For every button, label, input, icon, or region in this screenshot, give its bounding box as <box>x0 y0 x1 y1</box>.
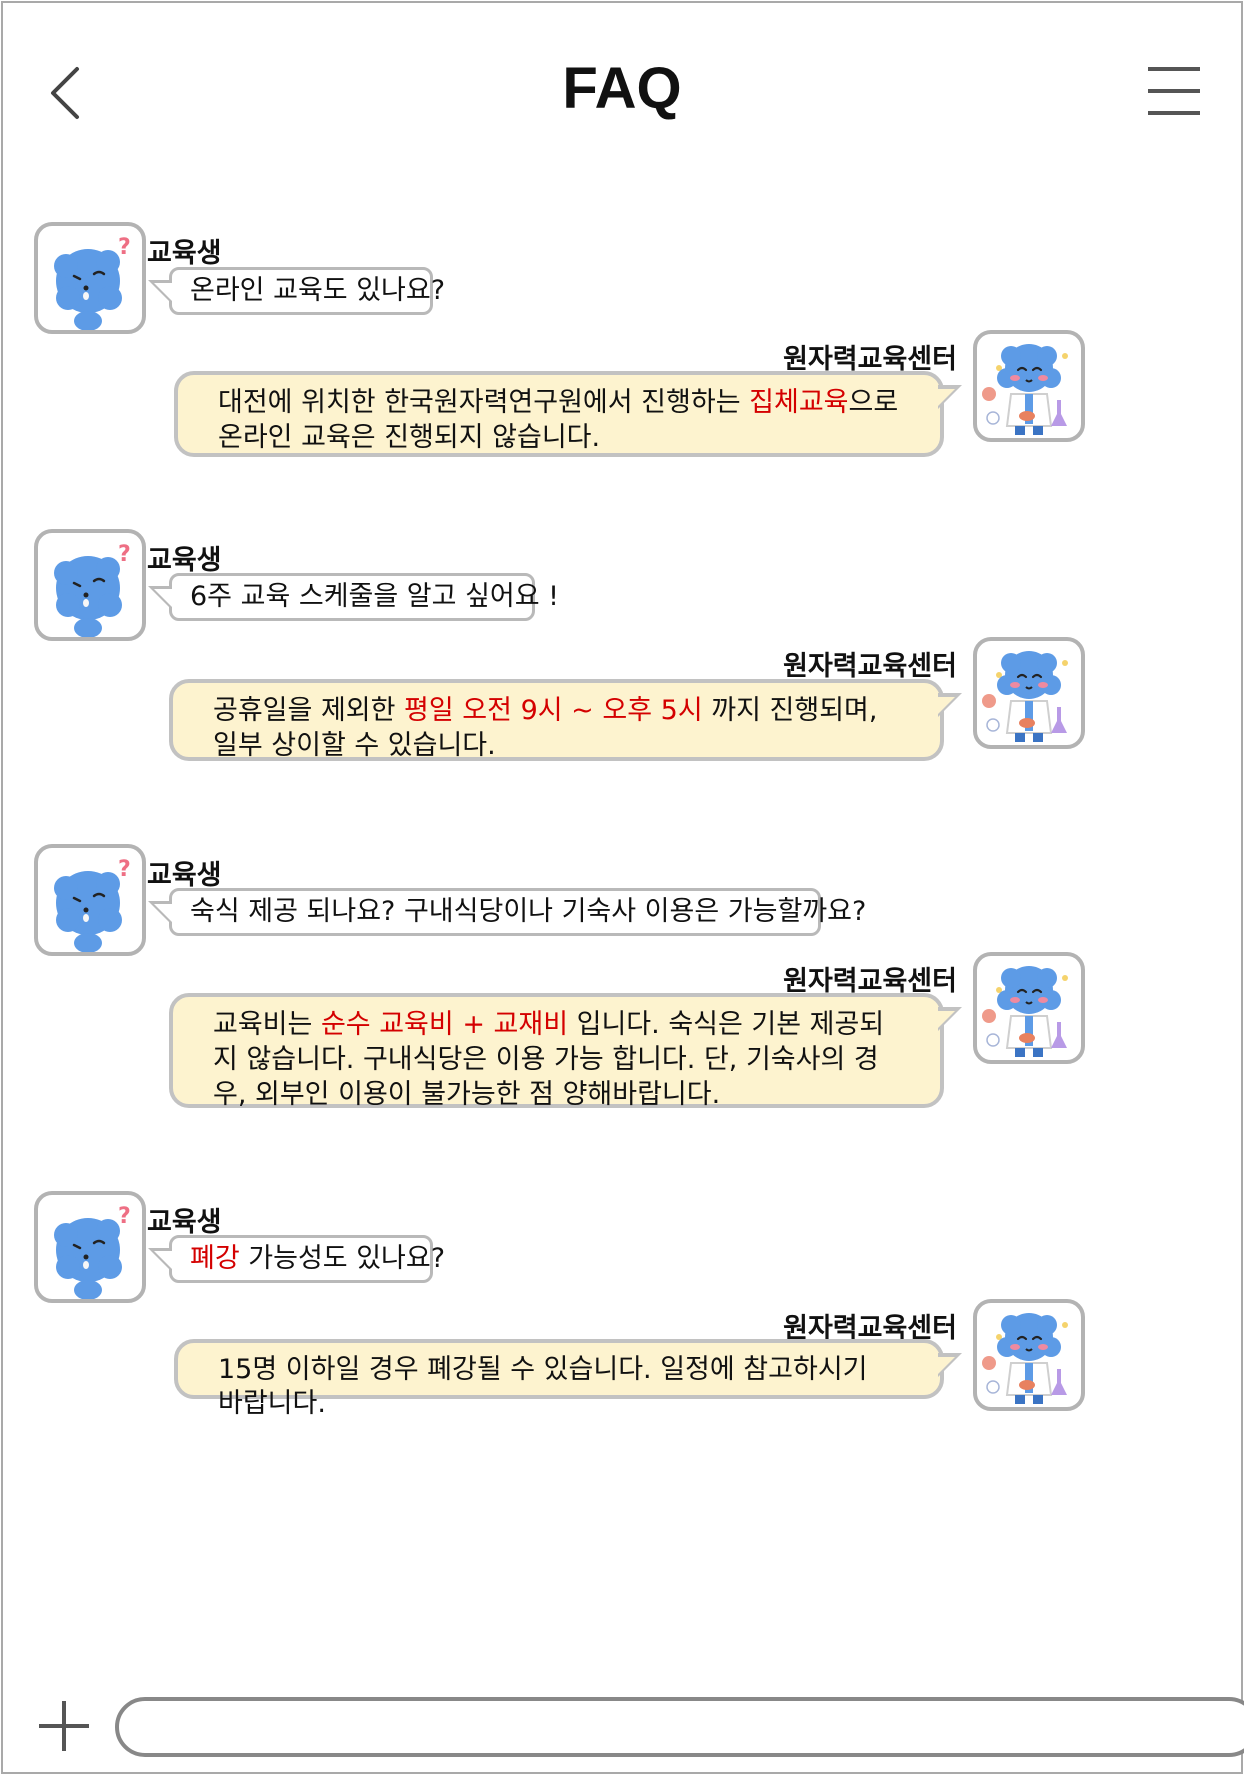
mascot-question-icon: ? <box>54 542 131 637</box>
mascot-question-icon: ? <box>54 1204 131 1299</box>
answer-bubble: 15명 이하일 경우 폐강될 수 있습니다. 일정에 참고하시기 바랍니다. <box>174 1339 962 1419</box>
student-avatar: ? <box>34 844 146 956</box>
center-avatar <box>973 330 1085 442</box>
answer-text: 15명 이하일 경우 폐강될 수 있습니다. 일정에 참고하시기 바랍니다. <box>218 1354 868 1419</box>
hamburger-menu-icon <box>1148 67 1200 115</box>
page-title: FAQ <box>562 56 682 121</box>
center-avatar <box>973 952 1085 1064</box>
center-name: 원자력교육센터 <box>783 651 957 682</box>
question-bubble: 폐강 가능성도 있나요? <box>148 1235 445 1283</box>
menu-button[interactable] <box>1146 65 1202 117</box>
add-button[interactable] <box>37 1699 91 1753</box>
question-text: 가능성도 있나요? <box>239 1243 446 1274</box>
question-text: 숙식 제공 되나요? 구내식당이나 기숙사 이용은 가능할까요? <box>190 896 867 927</box>
center-avatar <box>973 1299 1085 1411</box>
student-name: 교육생 <box>147 545 222 576</box>
student-avatar: ? <box>34 222 146 334</box>
question-text: 6주 교육 스케줄을 알고 싶어요 ! <box>190 581 559 612</box>
svg-text:?: ? <box>118 1204 131 1229</box>
mascot-scientist-icon <box>982 344 1068 435</box>
answer-highlight: 순수 교육비 + 교재비 <box>320 1009 569 1040</box>
question-bubble: 숙식 제공 되나요? 구내식당이나 기숙사 이용은 가능할까요? <box>148 888 866 936</box>
student-name: 교육생 <box>147 860 222 891</box>
question-highlight: 폐강 <box>190 1243 240 1274</box>
svg-text:?: ? <box>118 857 131 882</box>
center-avatar <box>973 637 1085 749</box>
student-avatar: ? <box>34 1191 146 1303</box>
answer-bubble: 공휴일을 제외한 평일 오전 9시 ~ 오후 5시 까지 진행되며, 일부 상이… <box>169 679 962 761</box>
question-bubble: 온라인 교육도 있나요? <box>148 267 445 315</box>
plus-icon <box>39 1701 89 1751</box>
phone-frame: FAQ ? 교육생 온라인 교육도 있나요? 원자력교육센터 대전에 위치한 한… <box>1 1 1244 1774</box>
answer-text: 대전에 위치한 한국원자력연구원에서 진행하는 <box>218 387 750 418</box>
svg-text:?: ? <box>118 235 131 260</box>
answer-bubble: 교육비는 순수 교육비 + 교재비 입니다. 숙식은 기본 제공되지 않습니다.… <box>169 993 962 1110</box>
mascot-question-icon: ? <box>54 235 131 330</box>
answer-text: 교육비는 <box>213 1009 321 1040</box>
message-input[interactable] <box>115 1697 1244 1757</box>
answer-highlight: 집체교육 <box>749 387 849 418</box>
mascot-question-icon: ? <box>54 857 131 952</box>
mascot-scientist-icon <box>982 651 1068 742</box>
student-name: 교육생 <box>147 1207 222 1238</box>
answer-bubble: 대전에 위치한 한국원자력연구원에서 진행하는 집체교육으로 온라인 교육은 진… <box>174 371 962 457</box>
student-name: 교육생 <box>147 238 222 269</box>
question-text: 온라인 교육도 있나요? <box>190 275 446 306</box>
question-bubble: 6주 교육 스케줄을 알고 싶어요 ! <box>148 573 559 621</box>
answer-highlight: 평일 오전 9시 ~ 오후 5시 <box>404 695 703 726</box>
answer-text: 공휴일을 제외한 <box>213 695 405 726</box>
student-avatar: ? <box>34 529 146 641</box>
mascot-scientist-icon <box>982 966 1068 1057</box>
svg-text:?: ? <box>118 542 131 567</box>
mascot-scientist-icon <box>982 1313 1068 1404</box>
